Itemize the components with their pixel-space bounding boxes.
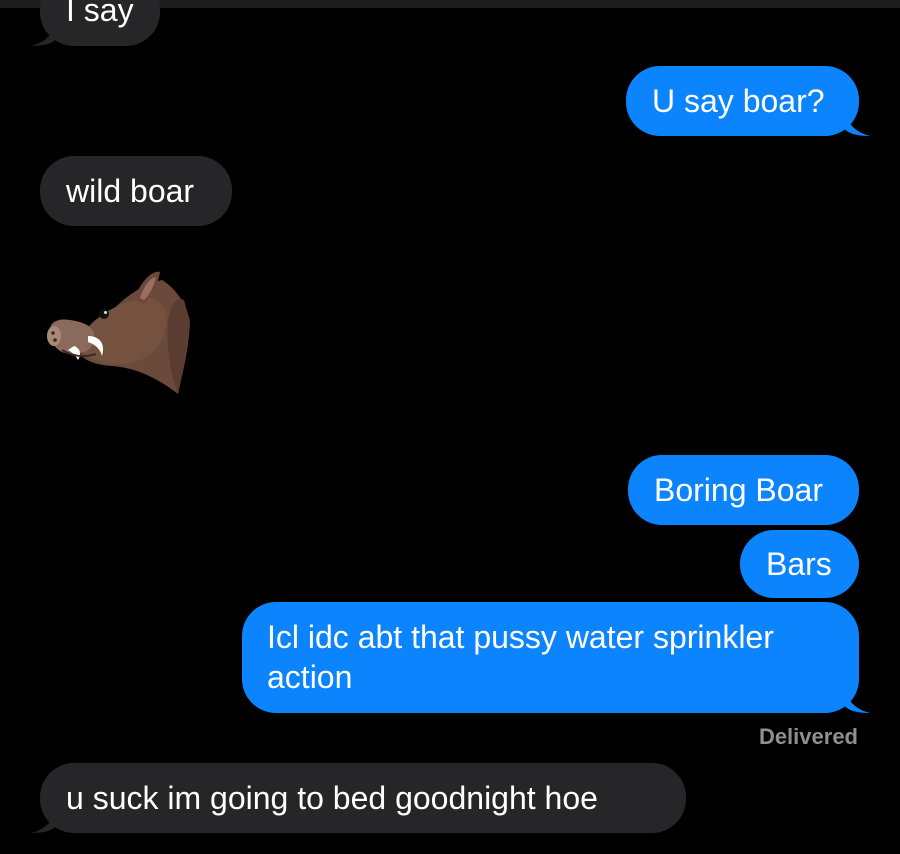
message-bubble-sent[interactable]: Bars [740, 530, 859, 598]
boar-emoji[interactable] [40, 262, 196, 400]
message-text: I say [66, 0, 134, 28]
conversation-view: { "messages": [ {"direction": "received"… [0, 0, 900, 854]
message-text-line-2: action [267, 659, 353, 695]
bubble-tail [31, 805, 57, 833]
message-text: Boring Boar [654, 472, 823, 508]
message-bubble-received[interactable]: I say [31, 0, 160, 46]
message-bubble-received[interactable]: wild boar [40, 156, 232, 226]
bubble-tail [31, 18, 57, 46]
delivered-status: Delivered [758, 724, 858, 749]
message-bubble-received[interactable]: u suck im going to bed goodnight hoe [31, 763, 686, 833]
message-text: u suck im going to bed goodnight hoe [66, 780, 598, 816]
message-text: Bars [766, 546, 832, 582]
message-text-line-1: Icl idc abt that pussy water sprinkler [267, 619, 774, 655]
message-bubble-sent[interactable]: Icl idc abt that pussy water sprinkler a… [242, 602, 870, 713]
message-bubble-sent[interactable]: U say boar? [626, 66, 870, 136]
message-text: wild boar [66, 173, 195, 209]
message-text: U say boar? [652, 83, 825, 119]
message-bubble-sent[interactable]: Boring Boar [628, 455, 859, 525]
bubble-tail [844, 108, 870, 136]
